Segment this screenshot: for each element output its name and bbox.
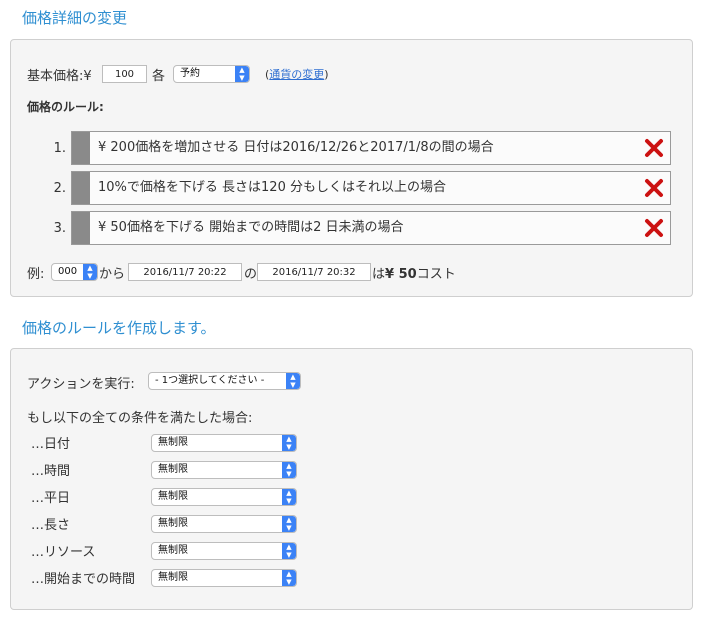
action-select[interactable]: - 1つ選択してください - ▲ ▼ <box>148 372 301 390</box>
delete-icon[interactable] <box>644 178 664 198</box>
unit-select-value: 予約 <box>180 68 200 79</box>
rule-text: 10%で価格を下げる 長さは120 分もしくはそれ以上の場合 <box>98 180 446 195</box>
currency-change: (通貨の変更) <box>265 66 329 82</box>
rules-heading: 価格のルール: <box>27 100 104 114</box>
example-result: は¥ 50コスト <box>372 263 456 282</box>
condition-select-resource[interactable]: 無制限 ▲ ▼ <box>151 542 297 560</box>
delete-icon[interactable] <box>644 218 664 238</box>
example-end-input[interactable]: 2016/11/7 20:32 <box>257 263 371 281</box>
condition-label-resource: …リソース <box>31 545 96 560</box>
chevron-updown-icon: ▲ ▼ <box>282 516 296 532</box>
rule-item[interactable]: ¥ 200価格を増加させる 日付は2016/12/26と2017/1/8の間の場… <box>71 131 671 165</box>
example-label: 例: <box>27 267 45 282</box>
action-select-value: - 1つ選択してください - <box>155 375 265 386</box>
drag-handle[interactable] <box>72 132 90 164</box>
chevron-updown-icon: ▲ ▼ <box>282 435 296 451</box>
example-start-input[interactable]: 2016/11/7 20:22 <box>128 263 242 281</box>
condition-select-value: 無制限 <box>158 437 188 448</box>
drag-handle[interactable] <box>72 212 90 244</box>
condition-label-length: …長さ <box>31 518 71 533</box>
condition-select-value: 無制限 <box>158 572 188 583</box>
rule-number: 3. <box>53 221 66 236</box>
condition-select-value: 無制限 <box>158 518 188 529</box>
pricing-details-title: 価格詳細の変更 <box>22 9 128 27</box>
each-label: 各 <box>152 69 166 84</box>
rule-item[interactable]: 10%で価格を下げる 長さは120 分もしくはそれ以上の場合 <box>71 171 671 205</box>
condition-select-value: 無制限 <box>158 491 188 502</box>
rule-number: 2. <box>53 181 66 196</box>
condition-select-value: 無制限 <box>158 545 188 556</box>
condition-select-value: 無制限 <box>158 464 188 475</box>
action-label: アクションを実行: <box>27 377 135 392</box>
wa-label: は <box>372 267 386 282</box>
rule-text: ¥ 50価格を下げる 開始までの時間は2 日未満の場合 <box>98 220 404 235</box>
pricing-details-panel: 基本価格:¥ 100 各 予約 ▲ ▼ (通貨の変更) 価格のルール: 1. ¥ … <box>10 39 693 297</box>
example-amount: ¥ 50 <box>385 267 417 282</box>
condition-label-time: …時間 <box>31 464 71 479</box>
rule-number: 1. <box>53 141 66 156</box>
chevron-updown-icon: ▲ ▼ <box>282 462 296 478</box>
condition-select-lead-time[interactable]: 無制限 ▲ ▼ <box>151 569 297 587</box>
paren-close: ) <box>324 68 329 81</box>
condition-select-time[interactable]: 無制限 ▲ ▼ <box>151 461 297 479</box>
chevron-updown-icon: ▲ ▼ <box>282 543 296 559</box>
unit-select[interactable]: 予約 ▲ ▼ <box>173 65 250 83</box>
condition-label-lead-time: …開始までの時間 <box>31 572 136 587</box>
condition-select-weekday[interactable]: 無制限 ▲ ▼ <box>151 488 297 506</box>
condition-select-length[interactable]: 無制限 ▲ ▼ <box>151 515 297 533</box>
delete-icon[interactable] <box>644 138 664 158</box>
base-price-input[interactable]: 100 <box>102 65 147 83</box>
example-select[interactable]: 000 ▲ ▼ <box>51 263 98 281</box>
base-price-label: 基本価格:¥ <box>27 69 92 84</box>
chevron-updown-icon: ▲ ▼ <box>282 570 296 586</box>
condition-label-weekday: …平日 <box>31 491 71 506</box>
condition-label-date: …日付 <box>31 437 71 452</box>
cost-label: コスト <box>416 267 456 282</box>
rule-text: ¥ 200価格を増加させる 日付は2016/12/26と2017/1/8の間の場… <box>98 140 494 155</box>
chevron-updown-icon: ▲ ▼ <box>83 264 97 280</box>
example-select-value: 000 <box>58 266 78 277</box>
from-label: から <box>99 267 126 282</box>
chevron-updown-icon: ▲ ▼ <box>235 66 249 82</box>
chevron-updown-icon: ▲ ▼ <box>286 373 300 389</box>
of-label: の <box>244 267 258 282</box>
drag-handle[interactable] <box>72 172 90 204</box>
create-rule-panel: アクションを実行: - 1つ選択してください - ▲ ▼ もし以下の全ての条件を満… <box>10 348 693 610</box>
chevron-updown-icon: ▲ ▼ <box>282 489 296 505</box>
create-rule-title: 価格のルールを作成します。 <box>22 319 216 337</box>
condition-select-date[interactable]: 無制限 ▲ ▼ <box>151 434 297 452</box>
rule-item[interactable]: ¥ 50価格を下げる 開始までの時間は2 日未満の場合 <box>71 211 671 245</box>
currency-change-link[interactable]: 通貨の変更 <box>269 68 324 81</box>
condition-heading: もし以下の全ての条件を満たした場合: <box>27 411 253 426</box>
